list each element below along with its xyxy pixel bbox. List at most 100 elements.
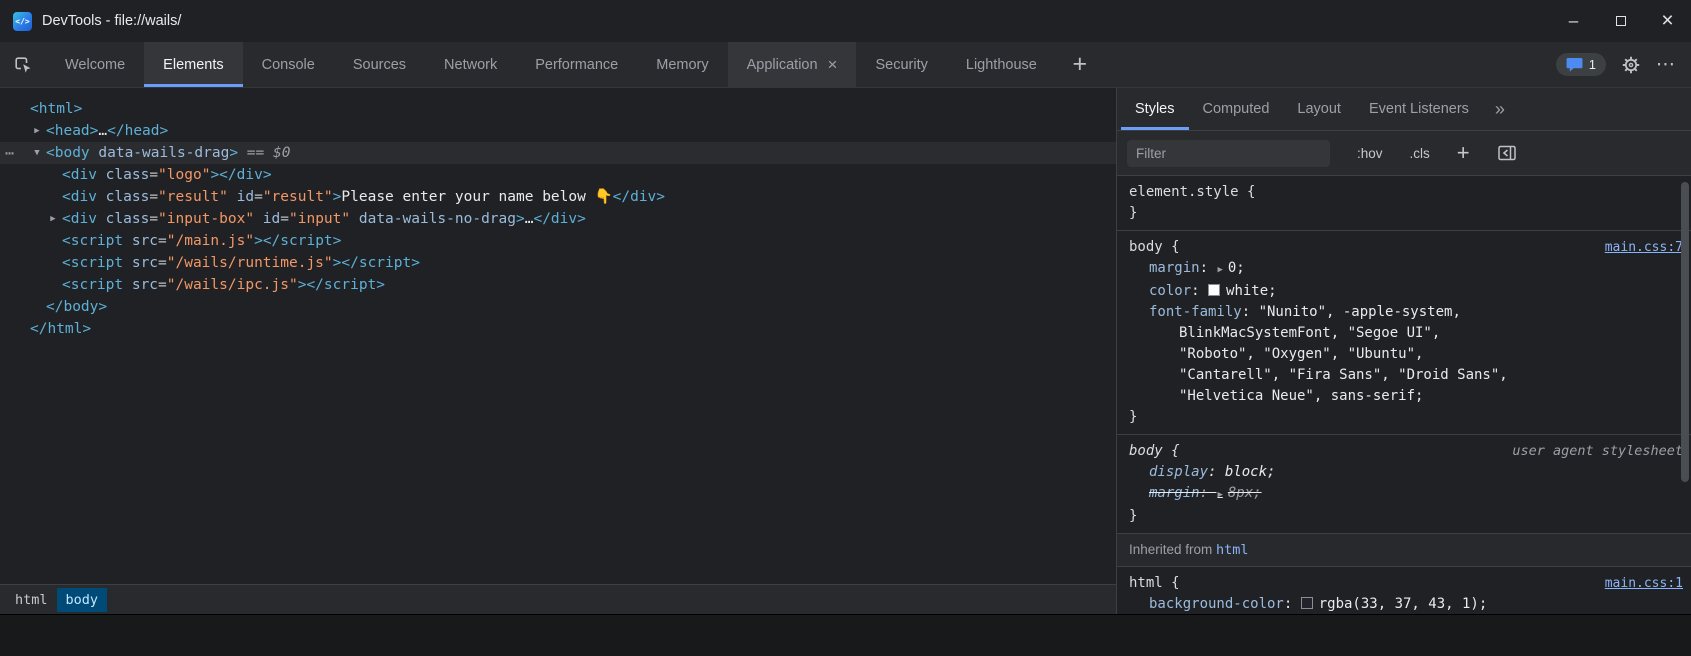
token-tag: <script: [62, 233, 123, 249]
dom-node-line[interactable]: </body>: [0, 296, 1116, 318]
token-val: "result": [158, 189, 228, 205]
tab-security[interactable]: Security: [856, 42, 946, 87]
rule-selector[interactable]: body {: [1129, 237, 1180, 258]
css-property[interactable]: margin: [1149, 485, 1200, 501]
dom-node-line[interactable]: ⋯▼<body data-wails-drag> == $0: [0, 142, 1116, 164]
more-menu-icon[interactable]: ⋯: [1656, 53, 1676, 76]
logo-glyph: </>: [15, 17, 29, 26]
dom-node-line[interactable]: <script src="/wails/runtime.js"></script…: [0, 252, 1116, 274]
token-att: src: [123, 255, 158, 271]
token-ann: == $0: [238, 145, 290, 161]
tab-performance[interactable]: Performance: [516, 42, 637, 87]
rule-selector[interactable]: element.style {: [1129, 182, 1255, 203]
token-val: "input": [289, 211, 350, 227]
sidebar-tab-styles[interactable]: Styles: [1121, 88, 1189, 130]
css-property[interactable]: margin: [1149, 260, 1200, 276]
expand-shorthand-icon[interactable]: ▶: [1217, 490, 1222, 500]
sidebar-tab-computed[interactable]: Computed: [1189, 88, 1284, 130]
css-declaration[interactable]: color: white;: [1129, 281, 1683, 302]
sidebar-tab-event-listeners[interactable]: Event Listeners: [1355, 88, 1483, 130]
dom-node-line[interactable]: <script src="/main.js"></script>: [0, 230, 1116, 252]
token-val: "/main.js": [167, 233, 254, 249]
window-controls: – ×: [1550, 0, 1691, 42]
overflow-tabs-icon[interactable]: »: [1483, 88, 1517, 130]
tab-memory[interactable]: Memory: [637, 42, 727, 87]
token-pun: =: [280, 211, 289, 227]
css-property[interactable]: background-color: [1149, 596, 1284, 612]
css-declaration[interactable]: margin: ▶8px;: [1129, 483, 1683, 506]
sidebar-toggle-icon: [1497, 144, 1517, 162]
css-declaration[interactable]: margin: ▶ 0;: [1129, 258, 1683, 281]
toolbar-right-icons: 1 ⋯: [1556, 42, 1691, 87]
disclosure-collapsed-icon[interactable]: ▶: [30, 120, 44, 142]
token-att: src: [123, 233, 158, 249]
rule-header: body { main.css:7: [1129, 237, 1683, 258]
sidebar-tab-layout[interactable]: Layout: [1283, 88, 1355, 130]
token-tag: <div: [62, 167, 97, 183]
dom-node-line[interactable]: <div class="logo"></div>: [0, 164, 1116, 186]
tab-welcome[interactable]: Welcome: [46, 42, 144, 87]
css-value[interactable]: 0;: [1228, 260, 1245, 276]
maximize-button[interactable]: [1597, 0, 1644, 42]
rule-header: html { main.css:1: [1129, 573, 1683, 594]
css-property[interactable]: font-family: [1149, 304, 1242, 320]
tab-console[interactable]: Console: [243, 42, 334, 87]
tab-application[interactable]: Application ×: [728, 42, 857, 87]
dom-node-line[interactable]: ▶<div class="input-box" id="input" data-…: [0, 208, 1116, 230]
minimize-button[interactable]: –: [1550, 0, 1597, 42]
token-tag: <body: [46, 145, 90, 161]
css-value[interactable]: white;: [1226, 283, 1277, 299]
tab-sources[interactable]: Sources: [334, 42, 425, 87]
breadcrumb-item-html[interactable]: html: [6, 588, 57, 612]
css-declaration[interactable]: display: block;: [1129, 462, 1683, 483]
tab-lighthouse[interactable]: Lighthouse: [947, 42, 1056, 87]
issues-counter-button[interactable]: 1: [1556, 53, 1606, 76]
tab-label: Application: [747, 57, 818, 73]
dom-node-line[interactable]: ▶<head>…</head>: [0, 120, 1116, 142]
dom-node-line[interactable]: <div class="result" id="result">Please e…: [0, 186, 1116, 208]
toggle-element-state-button[interactable]: :hov: [1357, 146, 1383, 161]
dom-node-line[interactable]: <script src="/wails/ipc.js"></script>: [0, 274, 1116, 296]
close-tab-icon[interactable]: ×: [828, 56, 838, 73]
rule-selector[interactable]: html {: [1129, 573, 1180, 594]
stylesheet-link[interactable]: main.css:7: [1605, 237, 1683, 258]
disclosure-collapsed-icon[interactable]: ▶: [46, 208, 60, 230]
color-swatch[interactable]: [1208, 284, 1220, 296]
stylesheet-origin: user agent stylesheet: [1512, 441, 1683, 462]
rule-selector[interactable]: body {: [1129, 441, 1180, 462]
inspect-element-button[interactable]: [0, 42, 46, 87]
styles-filter-input[interactable]: [1127, 140, 1330, 167]
tab-network[interactable]: Network: [425, 42, 516, 87]
new-style-rule-button[interactable]: +: [1457, 142, 1470, 164]
color-swatch[interactable]: [1301, 597, 1313, 609]
element-classes-button[interactable]: .cls: [1410, 146, 1430, 161]
close-icon: ×: [1661, 9, 1673, 33]
css-declaration[interactable]: font-family: "Nunito", -apple-system, Bl…: [1129, 302, 1683, 407]
token-tag: </script>: [263, 233, 342, 249]
tab-label: Security: [875, 57, 927, 73]
breadcrumb-item-body[interactable]: body: [57, 588, 108, 612]
styles-scrollbar[interactable]: [1681, 182, 1689, 482]
css-value[interactable]: 8px;: [1228, 485, 1262, 501]
disclosure-expanded-icon[interactable]: ▼: [30, 142, 44, 164]
expand-shorthand-icon[interactable]: ▶: [1217, 265, 1222, 275]
settings-button[interactable]: [1621, 55, 1641, 75]
dom-node-line[interactable]: </html>: [0, 318, 1116, 340]
styles-toolbar: :hov .cls +: [1117, 131, 1691, 176]
sidebar-tabs: StylesComputedLayoutEvent Listeners: [1121, 88, 1483, 130]
css-property[interactable]: color: [1149, 283, 1191, 299]
node-more-actions-icon[interactable]: ⋯: [5, 142, 15, 164]
css-declaration[interactable]: background-color: rgba(33, 37, 43, 1);: [1129, 594, 1683, 614]
inherited-node-link[interactable]: html: [1216, 542, 1249, 558]
toggle-computed-sidebar-button[interactable]: [1497, 144, 1517, 162]
css-colon: :: [1200, 260, 1217, 276]
close-button[interactable]: ×: [1644, 0, 1691, 42]
title-bar: </> DevTools - file://wails/ – ×: [0, 0, 1691, 42]
more-tools-button[interactable]: +: [1056, 42, 1104, 87]
css-property[interactable]: display: [1149, 464, 1208, 480]
css-value[interactable]: rgba(33, 37, 43, 1);: [1319, 596, 1488, 612]
tab-elements[interactable]: Elements: [144, 42, 242, 87]
dom-node-line[interactable]: <html>: [0, 98, 1116, 120]
stylesheet-link[interactable]: main.css:1: [1605, 573, 1683, 594]
css-value[interactable]: block;: [1225, 464, 1276, 480]
